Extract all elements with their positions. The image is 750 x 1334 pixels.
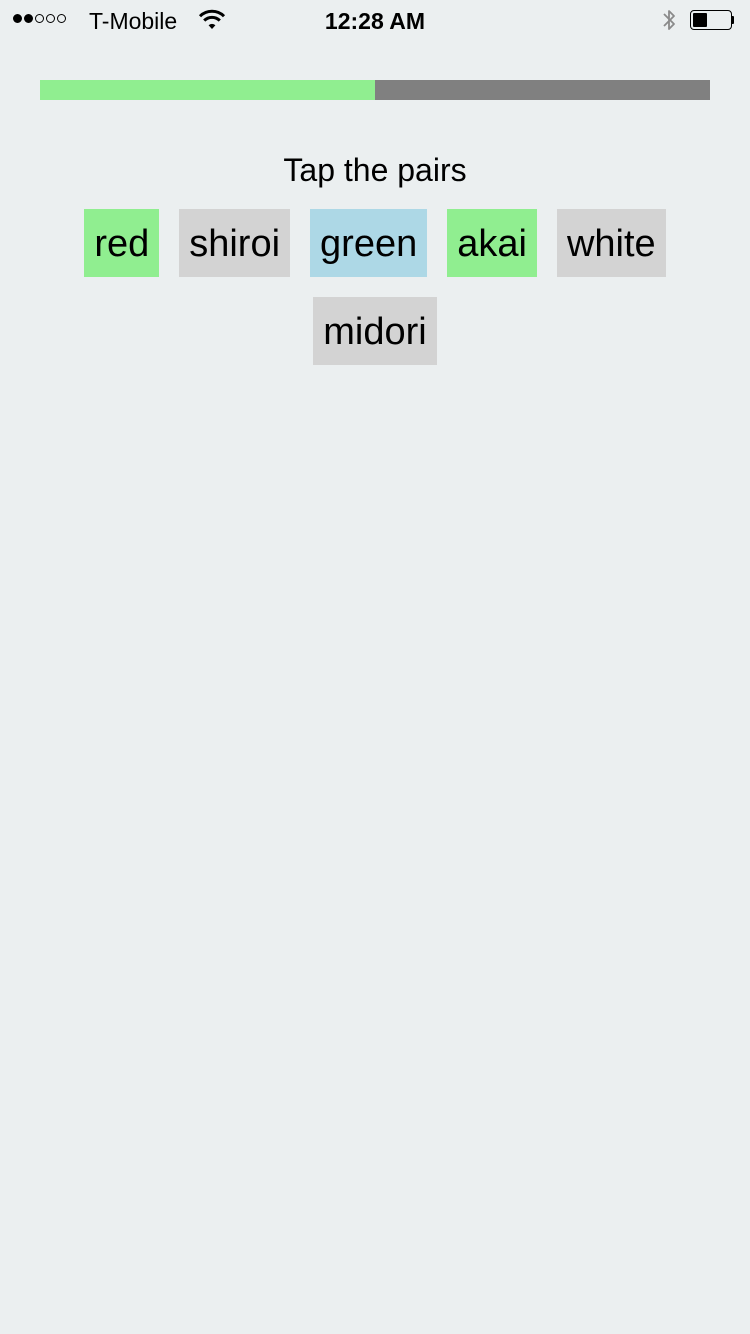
progress-fill	[40, 80, 375, 100]
word-tile-akai[interactable]: akai	[447, 209, 537, 277]
word-tile-green[interactable]: green	[310, 209, 428, 277]
status-bar: T-Mobile 12:28 AM	[0, 0, 750, 40]
word-tile-white[interactable]: white	[556, 209, 666, 277]
word-tile-shiroi[interactable]: shiroi	[179, 209, 291, 277]
battery-icon	[690, 10, 734, 30]
status-time: 12:28 AM	[324, 8, 426, 34]
word-tiles: red shiroi green akai white midori	[40, 209, 710, 365]
bluetooth-icon	[661, 7, 677, 38]
word-tile-midori[interactable]: midori	[313, 297, 437, 365]
word-tile-red[interactable]: red	[84, 209, 160, 277]
battery-level-fill	[693, 13, 707, 27]
prompt-text: Tap the pairs	[283, 152, 467, 188]
lesson-progress-bar	[40, 80, 710, 100]
